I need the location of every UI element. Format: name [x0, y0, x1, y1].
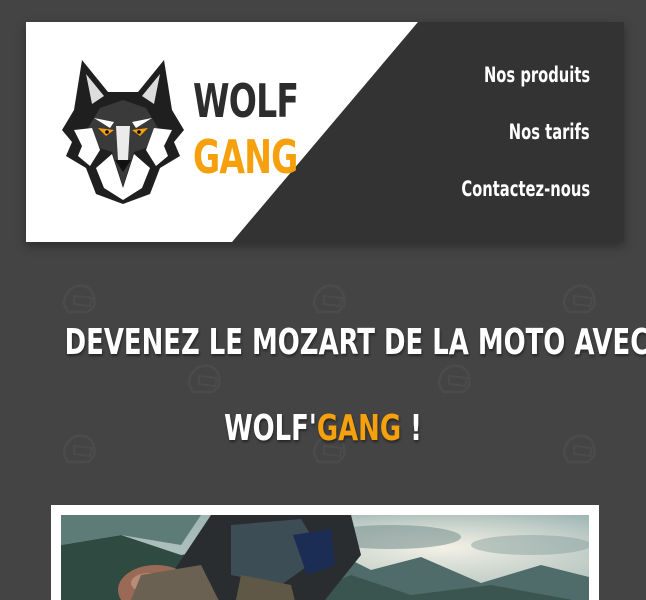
- hero-brand-prefix: WOLF': [224, 408, 317, 449]
- wolf-head-icon: [60, 56, 186, 206]
- main-nav: Nos produits Nos tarifs Contactez-nous: [425, 60, 590, 231]
- nav-link-produits[interactable]: Nos produits: [484, 60, 590, 90]
- hero-brand-suffix: !: [401, 408, 422, 449]
- nav-link-contact[interactable]: Contactez-nous: [461, 174, 590, 204]
- logo-word-gang: GANG: [193, 130, 298, 184]
- hero-line-1: DEVENEZ LE MOZART DE LA MOTO AVEC: [64, 322, 646, 363]
- page: WOLF GANG Nos produits Nos tarifs Contac…: [0, 0, 646, 600]
- logo[interactable]: WOLF GANG: [60, 56, 320, 206]
- motorcycle-photo: [61, 515, 589, 600]
- photo-card: [51, 505, 599, 600]
- hero-brand-accent: GANG: [316, 408, 402, 449]
- hero-line-2: WOLF'GANG !: [65, 386, 582, 472]
- site-header: WOLF GANG Nos produits Nos tarifs Contac…: [26, 22, 624, 242]
- nav-link-tarifs[interactable]: Nos tarifs: [509, 117, 590, 147]
- hero-headline: DEVENEZ LE MOZART DE LA MOTO AVEC WOLF'G…: [0, 300, 646, 472]
- logo-word-wolf: WOLF: [193, 74, 299, 128]
